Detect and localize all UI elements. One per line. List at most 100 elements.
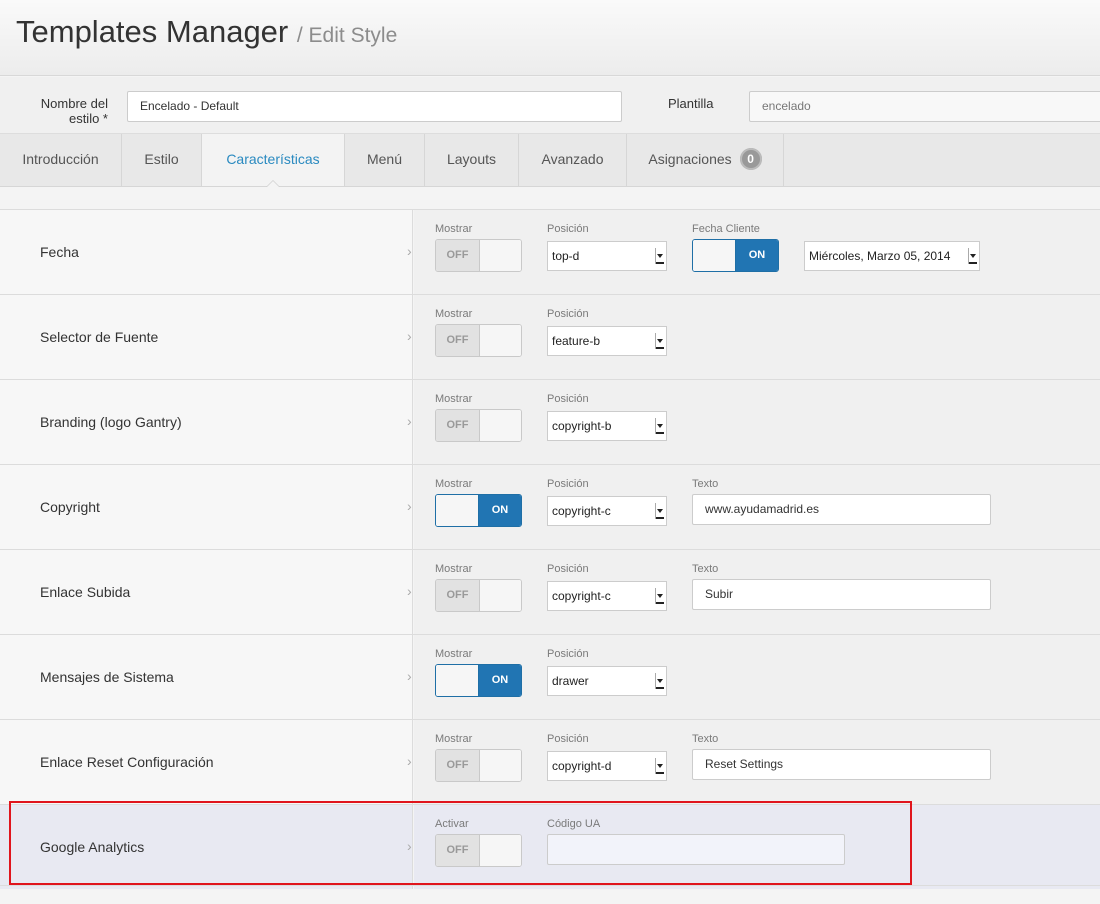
page-title: Templates Manager / Edit Style <box>16 14 397 50</box>
feature-row-options: Mostrar ON Posición drawer <box>414 635 1100 719</box>
show-label: Mostrar <box>435 308 473 320</box>
select-arrow-icon <box>968 248 977 264</box>
feature-row-options: Mostrar OFF Posición copyright-b <box>414 380 1100 464</box>
client-date-toggle[interactable]: ON <box>692 239 779 272</box>
tab-introduccion[interactable]: Introducción <box>0 134 122 186</box>
toggle-knob <box>479 835 521 866</box>
select-value: Miércoles, Marzo 05, 2014 <box>809 249 951 263</box>
feature-row-fecha: Fecha › Mostrar OFF Posición top-d Fecha… <box>0 209 1100 294</box>
show-toggle[interactable]: OFF <box>435 239 522 272</box>
position-select[interactable]: copyright-d <box>547 751 667 781</box>
position-label: Posición <box>547 648 589 660</box>
text-input[interactable]: Reset Settings <box>692 749 991 780</box>
position-label: Posición <box>547 308 589 320</box>
text-input[interactable]: www.ayudamadrid.es <box>692 494 991 525</box>
template-input[interactable]: encelado <box>749 91 1100 122</box>
position-select[interactable]: drawer <box>547 666 667 696</box>
toggle-state: ON <box>479 495 521 526</box>
position-label: Posición <box>547 733 589 745</box>
show-label: Mostrar <box>435 223 473 235</box>
select-value: copyright-c <box>552 504 611 518</box>
feature-row-header: Enlace Reset Configuración <box>0 720 413 804</box>
feature-title: Branding (logo Gantry) <box>40 414 182 430</box>
text-label: Texto <box>692 733 719 745</box>
feature-row-copyright: Copyright › Mostrar ON Posición copyrigh… <box>0 464 1100 549</box>
tab-label: Estilo <box>144 151 179 167</box>
show-toggle[interactable]: OFF <box>435 324 522 357</box>
show-toggle[interactable]: OFF <box>435 409 522 442</box>
show-label: Mostrar <box>435 733 473 745</box>
select-value: top-d <box>552 249 580 263</box>
select-value: copyright-d <box>552 759 612 773</box>
activate-toggle[interactable]: OFF <box>435 834 522 867</box>
toggle-state: OFF <box>436 325 479 356</box>
feature-row-header: Google Analytics <box>0 805 413 889</box>
tab-asignaciones[interactable]: Asignaciones 0 <box>627 134 784 186</box>
feature-row-header: Enlace Subida <box>0 550 413 634</box>
feature-row-options: Mostrar OFF Posición feature-b <box>414 295 1100 379</box>
feature-title: Copyright <box>40 499 100 515</box>
position-select[interactable]: top-d <box>547 241 667 271</box>
select-value: copyright-c <box>552 589 611 603</box>
ua-code-input[interactable] <box>547 834 845 865</box>
feature-title: Enlace Reset Configuración <box>40 754 214 770</box>
feature-row-options: Mostrar ON Posición copyright-c Texto ww… <box>414 465 1100 549</box>
feature-row-options: Mostrar OFF Posición top-d Fecha Cliente… <box>414 210 1100 294</box>
feature-row-google-analytics: Google Analytics › Activar OFF Código UA <box>0 804 1100 889</box>
position-label: Posición <box>547 563 589 575</box>
toggle-knob <box>479 580 521 611</box>
tab-label: Layouts <box>446 151 497 167</box>
position-select[interactable]: copyright-c <box>547 496 667 526</box>
position-label: Posición <box>547 223 589 235</box>
tab-menu[interactable]: Menú <box>345 134 425 186</box>
feature-row-header: Selector de Fuente <box>0 295 413 379</box>
text-label: Texto <box>692 478 719 490</box>
text-label: Texto <box>692 563 719 575</box>
feature-row-options: Mostrar OFF Posición copyright-c Texto S… <box>414 550 1100 634</box>
select-arrow-icon <box>655 418 664 434</box>
tab-estilo[interactable]: Estilo <box>122 134 202 186</box>
show-toggle[interactable]: ON <box>435 494 522 527</box>
tab-label: Asignaciones <box>648 151 732 167</box>
assignments-count-badge: 0 <box>739 148 762 171</box>
style-name-label: Nombre del estilo * <box>40 96 108 126</box>
feature-row-options: Activar OFF Código UA <box>414 805 1100 889</box>
active-tab-caret-icon <box>266 180 280 187</box>
feature-title: Google Analytics <box>40 839 145 855</box>
feature-row-selector-fuente: Selector de Fuente › Mostrar OFF Posició… <box>0 294 1100 379</box>
tab-layouts[interactable]: Layouts <box>425 134 519 186</box>
show-label: Mostrar <box>435 393 473 405</box>
select-arrow-icon <box>655 248 664 264</box>
feature-row-enlace-reset: Enlace Reset Configuración › Mostrar OFF… <box>0 719 1100 804</box>
select-value: drawer <box>552 674 589 688</box>
toggle-state: OFF <box>436 580 479 611</box>
toggle-knob <box>693 240 736 271</box>
feature-title: Enlace Subida <box>40 584 131 600</box>
tab-caracteristicas[interactable]: Características <box>202 134 345 187</box>
position-select[interactable]: copyright-b <box>547 411 667 441</box>
page-header: Templates Manager / Edit Style <box>0 0 1100 76</box>
toggle-knob <box>479 325 521 356</box>
text-input[interactable]: Subir <box>692 579 991 610</box>
position-select[interactable]: copyright-c <box>547 581 667 611</box>
toggle-knob <box>479 240 521 271</box>
style-name-input[interactable]: Encelado - Default <box>127 91 622 122</box>
position-select[interactable]: feature-b <box>547 326 667 356</box>
feature-row-enlace-subida: Enlace Subida › Mostrar OFF Posición cop… <box>0 549 1100 634</box>
feature-row-header: Mensajes de Sistema <box>0 635 413 719</box>
feature-title: Mensajes de Sistema <box>40 669 174 685</box>
show-toggle[interactable]: OFF <box>435 579 522 612</box>
date-format-select[interactable]: Miércoles, Marzo 05, 2014 <box>804 241 980 271</box>
toggle-state: ON <box>736 240 778 271</box>
page-subtitle: / Edit Style <box>296 24 398 47</box>
toggle-state: OFF <box>436 750 479 781</box>
list-bottom-border <box>0 885 1100 886</box>
tab-avanzado[interactable]: Avanzado <box>519 134 627 186</box>
show-toggle[interactable]: ON <box>435 664 522 697</box>
feature-row-header: Fecha <box>0 210 413 294</box>
show-label: Mostrar <box>435 563 473 575</box>
show-toggle[interactable]: OFF <box>435 749 522 782</box>
tab-label: Menú <box>366 151 403 167</box>
toggle-knob <box>479 750 521 781</box>
client-date-label: Fecha Cliente <box>692 223 760 235</box>
